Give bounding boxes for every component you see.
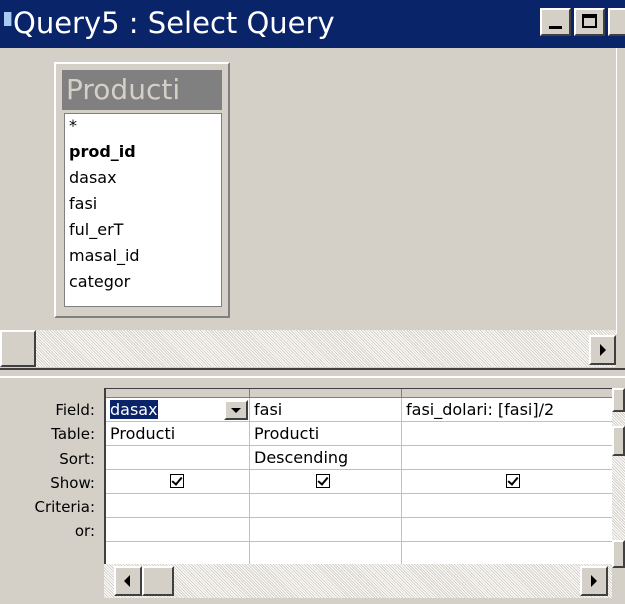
row-label-criteria: Criteria: <box>34 498 96 516</box>
row-label-sort: Sort: <box>59 450 95 468</box>
field-list-item-prod-id[interactable]: prod_id <box>69 142 136 162</box>
grid-scroll-right-button[interactable] <box>580 566 608 596</box>
grid-cell-extra-2[interactable] <box>250 542 402 566</box>
close-button[interactable] <box>608 8 625 36</box>
field-dropdown-button[interactable] <box>224 400 248 420</box>
grid-cell-extra-3[interactable] <box>402 542 612 566</box>
system-menu-icon[interactable] <box>4 12 12 26</box>
arrow-right-icon <box>600 344 606 356</box>
arrow-left-icon <box>124 575 130 587</box>
pane-splitter[interactable] <box>0 368 625 378</box>
field-list-item-fasi[interactable]: fasi <box>69 194 97 214</box>
grid-cell-criteria-2[interactable] <box>250 494 402 518</box>
title-bar[interactable]: Query5 : Select Query <box>0 0 625 48</box>
grid-cell-show-2[interactable] <box>250 470 402 494</box>
grid-cell-sort-2[interactable]: Descending <box>250 446 402 470</box>
grid-scroll-down-button[interactable] <box>612 540 625 568</box>
upper-scroll-right-button[interactable] <box>589 335 616 365</box>
window-title: Query5 : Select Query <box>13 6 335 40</box>
grid-cell-table-1[interactable]: Producti <box>106 422 250 446</box>
field-list-item-categor[interactable]: categor <box>69 272 130 292</box>
grid-cell-table-3[interactable] <box>402 422 612 446</box>
field-list-item-masal-id[interactable]: masal_id <box>69 246 140 266</box>
query-design-grid[interactable]: dasax Producti fasi Producti Descending … <box>104 388 612 568</box>
field-list-item-ful-ert[interactable]: ful_erT <box>69 220 123 240</box>
grid-cell-or-3[interactable] <box>402 518 612 542</box>
field-list-item-all[interactable]: * <box>69 116 77 136</box>
column-selector-1[interactable] <box>106 389 250 398</box>
grid-cell-criteria-1[interactable] <box>106 494 250 518</box>
row-label-table: Table: <box>51 425 95 443</box>
grid-cell-show-3[interactable] <box>402 470 612 494</box>
upper-horizontal-scrollbar[interactable] <box>0 330 616 367</box>
upper-scroll-thumb[interactable] <box>0 330 36 367</box>
grid-cell-table-2[interactable]: Producti <box>250 422 402 446</box>
grid-horizontal-scrollbar[interactable] <box>104 564 612 598</box>
grid-vertical-scrollbar[interactable] <box>612 388 625 568</box>
show-checkbox-1[interactable] <box>170 474 184 488</box>
grid-cell-extra-1[interactable] <box>106 542 250 566</box>
grid-cell-criteria-3[interactable] <box>402 494 612 518</box>
grid-cell-field-2[interactable]: fasi <box>250 398 402 422</box>
grid-cell-sort-3[interactable] <box>402 446 612 470</box>
field-list-title[interactable]: Producti <box>62 70 222 110</box>
column-selector-3[interactable] <box>402 389 612 398</box>
field-list-item-dasax[interactable]: dasax <box>69 168 117 188</box>
field-list-window[interactable]: Producti * prod_id dasax fasi ful_erT ma… <box>54 62 230 318</box>
design-grid-pane: Field: Table: Sort: Show: Criteria: or: … <box>0 378 625 604</box>
maximize-button[interactable] <box>574 8 605 36</box>
column-selector-2[interactable] <box>250 389 402 398</box>
grid-cell-or-1[interactable] <box>106 518 250 542</box>
grid-horizontal-scroll-thumb[interactable] <box>142 566 174 596</box>
arrow-right-icon <box>591 575 597 587</box>
field-list[interactable]: * prod_id dasax fasi ful_erT masal_id ca… <box>64 113 222 307</box>
minimize-icon <box>549 26 562 29</box>
grid-cell-sort-1[interactable] <box>106 446 250 470</box>
grid-cell-field-1-value: dasax <box>110 400 158 419</box>
minimize-button[interactable] <box>540 8 571 36</box>
show-checkbox-3[interactable] <box>506 474 520 488</box>
grid-cell-or-2[interactable] <box>250 518 402 542</box>
upper-vertical-scrollbar[interactable] <box>616 48 625 334</box>
table-pane: Producti * prod_id dasax fasi ful_erT ma… <box>0 48 625 368</box>
grid-scroll-up-button[interactable] <box>612 388 625 412</box>
maximize-icon <box>582 14 597 28</box>
grid-cell-field-3[interactable]: fasi_dolari: [fasi]/2 <box>402 398 612 422</box>
row-label-show: Show: <box>50 474 95 492</box>
row-label-field: Field: <box>55 401 95 419</box>
show-checkbox-2[interactable] <box>316 474 330 488</box>
grid-scroll-left-button[interactable] <box>114 566 142 596</box>
row-label-or: or: <box>74 522 95 540</box>
grid-cell-show-1[interactable] <box>106 470 250 494</box>
chevron-down-icon <box>231 408 241 413</box>
grid-vertical-scroll-thumb[interactable] <box>612 426 625 456</box>
